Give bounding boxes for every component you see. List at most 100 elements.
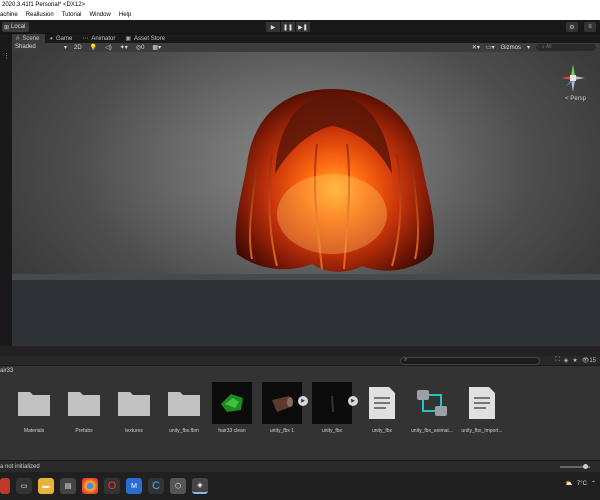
filter-type-icon[interactable]: ⛶ (555, 357, 559, 364)
task-view-icon[interactable]: ▭ (16, 478, 32, 494)
audio-toggle-icon[interactable]: ◁) (101, 44, 116, 51)
tab-label: Asset Store (134, 35, 166, 42)
animator-icon: ⋯ (82, 36, 89, 42)
asset-item[interactable]: Materials (10, 380, 58, 440)
search-icon: ⌕ (404, 357, 408, 363)
tab-scene[interactable]: # Scene (12, 34, 46, 43)
mesh-preview-icon (212, 382, 252, 424)
play-button[interactable]: ▶ (266, 22, 280, 32)
character-creator-icon[interactable]: C (148, 478, 164, 494)
expand-asset-icon[interactable]: ▶ (348, 396, 358, 406)
pacman-icon: ◕ (49, 35, 53, 42)
search-placeholder: All (545, 44, 552, 50)
menu-item-machine[interactable]: achine (0, 10, 18, 20)
slider-knob[interactable] (583, 464, 588, 469)
asset-label: unity_fbx_Import... (461, 428, 503, 434)
file-explorer-icon[interactable]: ▬ (38, 478, 54, 494)
os-taskbar: ▭ ▬ ▤ O M C ⬡ ◈ ⛅ 7°C ⌃ (0, 472, 600, 500)
camera-projection-label[interactable]: < Persp (565, 96, 586, 102)
asset-item[interactable]: unity_fbx 1 (258, 380, 306, 440)
asset-item[interactable]: textures (110, 380, 158, 440)
scene-search-input[interactable]: ⌕ All (536, 44, 596, 51)
toolbar-right: ⚙ ≡ (566, 22, 596, 32)
reallusion-icon[interactable]: M (126, 478, 142, 494)
document-icon (362, 382, 402, 424)
project-search-input[interactable]: ⌕ (400, 357, 540, 365)
layers-button[interactable]: ≡ (584, 22, 596, 32)
chevron-up-icon[interactable]: ⌃ (591, 480, 596, 487)
project-toolbar: ⌕ ⛶ ◈ ★ 👁15 (0, 356, 600, 366)
status-message[interactable]: a not initialized (0, 464, 40, 470)
folder-icon (14, 382, 54, 424)
menu-item-help[interactable]: Help (119, 10, 131, 20)
scene-toolbar-right: ✕▾ ▭▾ Gizmos ▾ ⌕ All (472, 44, 596, 51)
local-pivot-button[interactable]: ⊞ Local (2, 22, 30, 32)
toggle-2d-button[interactable]: 2D (70, 45, 86, 51)
asset-size-slider[interactable] (560, 464, 590, 469)
menu-bar: achine Reallusion Tutorial Window Help (0, 10, 600, 20)
tab-animator[interactable]: ⋯ Animator (78, 34, 121, 43)
shading-mode-dropdown[interactable]: Shaded ▾ (12, 44, 70, 51)
opera-icon[interactable]: O (104, 478, 120, 494)
chrome-icon[interactable] (82, 478, 98, 494)
editor-tabs: # Scene ◕ Game ⋯ Animator ▣ Asset Store (12, 34, 600, 43)
camera-icon[interactable]: ▭▾ (486, 44, 495, 51)
model-preview-icon (262, 382, 302, 424)
lighting-toggle-icon[interactable]: 💡 (86, 44, 101, 51)
menu-item-window[interactable]: Window (90, 10, 111, 20)
grid-icon: # (16, 35, 20, 42)
files-icon[interactable]: ▤ (60, 478, 76, 494)
filter-label-icon[interactable]: ◈ (564, 357, 569, 364)
tab-label: Scene (22, 35, 40, 42)
tab-asset-store[interactable]: ▣ Asset Store (121, 34, 171, 43)
more-options-icon[interactable]: ⋮ (3, 52, 10, 60)
expand-asset-icon[interactable]: ▶ (298, 396, 308, 406)
hidden-objects-icon[interactable]: ◎0 (132, 44, 149, 51)
scene-viewport[interactable]: < Persp (12, 52, 600, 346)
effects-toggle-icon[interactable]: ✦▾ (116, 44, 132, 51)
tab-game[interactable]: ◕ Game (45, 34, 78, 43)
asset-item[interactable]: unity_fbx_animat... (408, 380, 456, 440)
menu-item-tutorial[interactable]: Tutorial (62, 10, 82, 20)
gizmos-dropdown[interactable]: Gizmos (501, 45, 521, 51)
system-tray: ⛅ 7°C ⌃ (565, 480, 596, 488)
asset-label: textures (125, 428, 143, 434)
pause-icon: ❚❚ (282, 24, 294, 31)
asset-item[interactable]: unity_fbx_Import... (458, 380, 506, 440)
star-icon[interactable]: ★ (572, 357, 577, 364)
step-icon: ▶❚ (298, 24, 308, 31)
weather-temp[interactable]: 7°C (577, 481, 587, 487)
menu-item-reallusion[interactable]: Reallusion (26, 10, 54, 20)
asset-label: Prefabs (75, 428, 93, 434)
hair-model[interactable] (217, 84, 447, 279)
chevron-down-icon: ▾ (63, 45, 67, 51)
asset-item[interactable]: hair33 clean (208, 380, 256, 440)
tools-icon[interactable]: ✕▾ (472, 44, 480, 51)
folder-icon (64, 382, 104, 424)
panel-divider[interactable] (0, 346, 600, 356)
asset-item[interactable]: unity_fbx (308, 380, 356, 440)
asset-grid: Materials Prefabs textures unity_fbx.fbm… (0, 376, 600, 460)
grid-toggle-icon[interactable]: ▦▾ (148, 44, 165, 51)
breadcrumb[interactable]: air33 (0, 366, 600, 376)
asset-label: unity_fbx (371, 428, 392, 434)
folder-icon (114, 382, 154, 424)
chevron-down-icon: ▾ (526, 45, 530, 51)
document-icon (462, 382, 502, 424)
asset-item[interactable]: Prefabs (60, 380, 108, 440)
settings-button[interactable]: ⚙ (566, 22, 578, 32)
asset-item[interactable]: unity_fbx.fbm (160, 380, 208, 440)
start-icon[interactable] (0, 478, 10, 494)
unity-hub-icon[interactable]: ⬡ (170, 478, 186, 494)
scene-toolbar: Shaded ▾ 2D 💡 ◁) ✦▾ ◎0 ▦▾ ✕▾ ▭▾ Gizmos ▾… (12, 43, 600, 52)
asset-label: hair33 clean (218, 428, 246, 434)
asset-label: unity_fbx_animat... (411, 428, 453, 434)
store-icon: ▣ (125, 36, 132, 42)
unity-editor-icon[interactable]: ◈ (192, 478, 208, 494)
weather-icon: ⛅ (565, 481, 573, 487)
local-label: Local (11, 24, 26, 30)
asset-item[interactable]: unity_fbx (358, 380, 406, 440)
pause-button[interactable]: ❚❚ (281, 22, 295, 32)
step-button[interactable]: ▶❚ (296, 22, 310, 32)
eye-icon[interactable]: 👁15 (582, 357, 596, 364)
